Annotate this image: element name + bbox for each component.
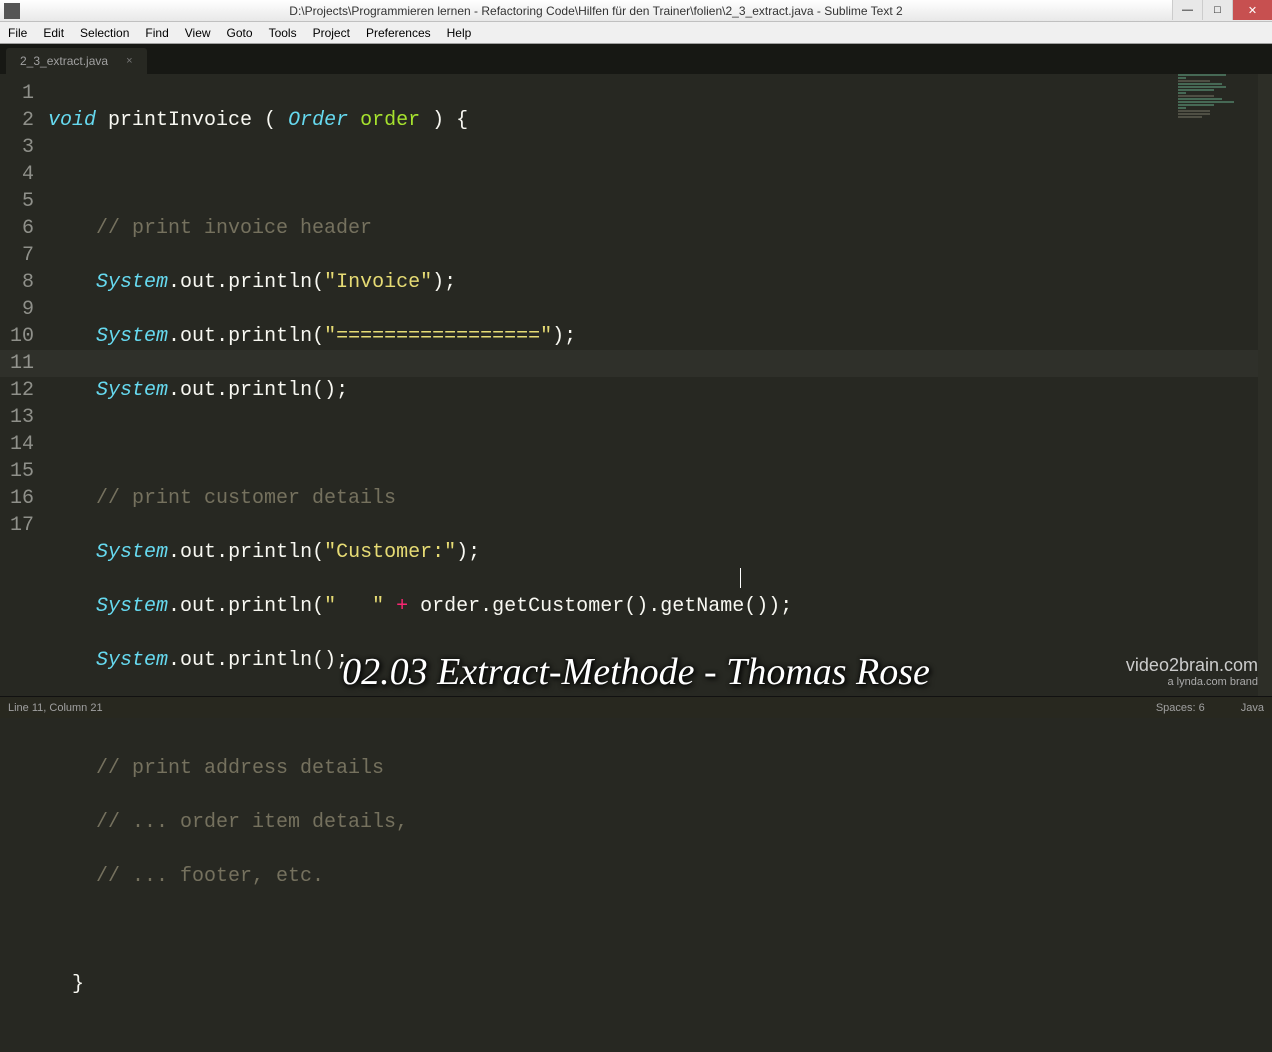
text-cursor-icon <box>740 568 741 588</box>
code-line: System.out.println("Customer:"); <box>48 539 1272 566</box>
gutter: 1 2 3 4 5 6 7 8 9 10 11 12 13 14 15 16 1… <box>0 74 48 696</box>
line-number: 14 <box>0 431 34 458</box>
code-line: // print invoice header <box>48 215 1272 242</box>
minimize-button[interactable]: — <box>1172 0 1202 20</box>
line-number: 6 <box>0 215 34 242</box>
line-number: 2 <box>0 107 34 134</box>
line-number: 4 <box>0 161 34 188</box>
menu-project[interactable]: Project <box>305 24 358 42</box>
line-number: 7 <box>0 242 34 269</box>
window-controls: — □ ✕ <box>1172 0 1272 21</box>
menu-bar: File Edit Selection Find View Goto Tools… <box>0 22 1272 44</box>
code-content[interactable]: void printInvoice ( Order order ) { // p… <box>48 74 1272 696</box>
menu-tools[interactable]: Tools <box>261 24 305 42</box>
app-icon <box>4 3 20 19</box>
code-line: System.out.println("================="); <box>48 323 1272 350</box>
line-number: 10 <box>0 323 34 350</box>
menu-preferences[interactable]: Preferences <box>358 24 439 42</box>
line-number: 5 <box>0 188 34 215</box>
tab-bar: 2_3_extract.java × <box>0 44 1272 74</box>
menu-edit[interactable]: Edit <box>35 24 72 42</box>
menu-help[interactable]: Help <box>439 24 480 42</box>
code-line: // ... order item details, <box>48 809 1272 836</box>
code-line <box>48 917 1272 944</box>
tab-file[interactable]: 2_3_extract.java × <box>6 48 147 74</box>
menu-selection[interactable]: Selection <box>72 24 137 42</box>
line-number: 12 <box>0 377 34 404</box>
code-line: System.out.println("Invoice"); <box>48 269 1272 296</box>
window-titlebar: D:\Projects\Programmieren lernen - Refac… <box>0 0 1272 22</box>
code-line: } <box>48 971 1272 998</box>
code-line: // print address details <box>48 755 1272 782</box>
window-title: D:\Projects\Programmieren lernen - Refac… <box>20 4 1172 18</box>
line-number: 8 <box>0 269 34 296</box>
line-number: 9 <box>0 296 34 323</box>
menu-find[interactable]: Find <box>137 24 176 42</box>
minimap[interactable] <box>1178 74 1258 134</box>
code-line: // ... footer, etc. <box>48 863 1272 890</box>
code-line: // print customer details <box>48 485 1272 512</box>
line-number: 16 <box>0 485 34 512</box>
editor-area[interactable]: 1 2 3 4 5 6 7 8 9 10 11 12 13 14 15 16 1… <box>0 74 1272 696</box>
vertical-scrollbar[interactable] <box>1258 74 1272 696</box>
menu-view[interactable]: View <box>177 24 219 42</box>
close-button[interactable]: ✕ <box>1232 0 1272 20</box>
code-line: System.out.println(); <box>48 377 1272 404</box>
code-line <box>48 701 1272 728</box>
maximize-button[interactable]: □ <box>1202 0 1232 20</box>
code-line: System.out.println(); <box>48 647 1272 674</box>
tab-close-icon[interactable]: × <box>126 55 132 67</box>
current-line-highlight <box>0 350 1272 377</box>
line-number: 17 <box>0 512 34 539</box>
code-line <box>48 161 1272 188</box>
line-number: 15 <box>0 458 34 485</box>
line-number: 13 <box>0 404 34 431</box>
line-number: 1 <box>0 80 34 107</box>
tab-label: 2_3_extract.java <box>20 54 108 68</box>
menu-file[interactable]: File <box>0 24 35 42</box>
menu-goto[interactable]: Goto <box>219 24 261 42</box>
code-line <box>48 431 1272 458</box>
code-line: System.out.println(" " + order.getCustom… <box>48 593 1272 620</box>
line-number: 3 <box>0 134 34 161</box>
code-line: void printInvoice ( Order order ) { <box>48 107 1272 134</box>
